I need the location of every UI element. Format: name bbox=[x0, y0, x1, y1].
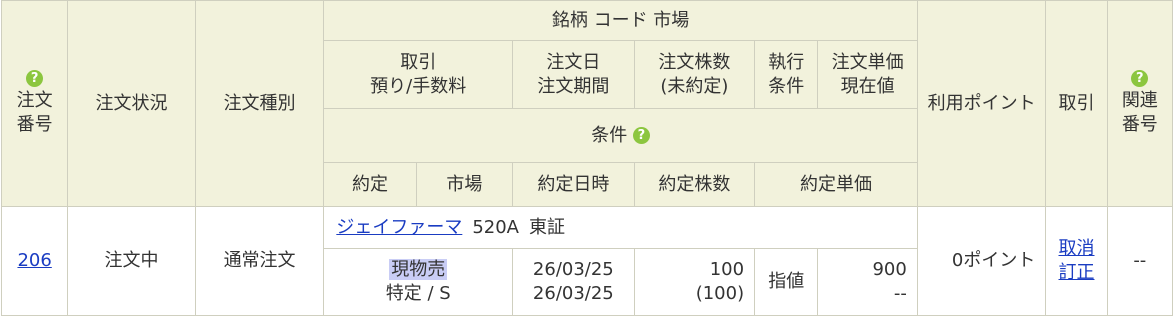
related-number-header: ? 関連 番号 bbox=[1106, 0, 1174, 207]
points-header: 利用ポイント bbox=[916, 0, 1047, 207]
qty-value: 100 bbox=[709, 259, 745, 280]
stock-cell: ジェイファーマ 520A 東証 bbox=[323, 206, 918, 249]
cancel-link[interactable]: 取消 bbox=[1046, 237, 1106, 261]
action-cell: 取消 訂正 bbox=[1045, 206, 1108, 316]
help-icon[interactable]: ? bbox=[632, 127, 650, 144]
fill-datetime-header: 約定日時 bbox=[512, 162, 635, 207]
amend-link[interactable]: 訂正 bbox=[1046, 261, 1106, 285]
order-number-header: ? 注文番号 bbox=[0, 0, 69, 207]
related-number-header-label: 関連 bbox=[1121, 90, 1158, 111]
fee-header-label: 預り/手数料 bbox=[370, 75, 467, 97]
price-value: 900 bbox=[872, 259, 907, 280]
points-cell: 0ポイント bbox=[916, 206, 1047, 316]
order-table: ? 注文番号 注文状況 注文種別 銘柄 コード 市場 利用ポイント 取引 ? 関… bbox=[0, 0, 1174, 316]
order-status-header: 注文状況 bbox=[67, 0, 196, 207]
qty-header: 注文株数 (未約定) bbox=[633, 40, 756, 109]
condition-label: 条件 bbox=[768, 75, 805, 97]
stock-market: 東証 bbox=[529, 216, 565, 238]
conditions-label: 条件 bbox=[591, 124, 628, 146]
unfilled-value: (100) bbox=[695, 283, 745, 304]
fill-price-header: 約定単価 bbox=[754, 162, 918, 207]
help-icon[interactable]: ? bbox=[1131, 70, 1149, 87]
fill-header: 約定 bbox=[323, 162, 417, 207]
price-cell: 900 -- bbox=[817, 248, 918, 316]
price-label: 注文単価 bbox=[831, 51, 904, 73]
qty-cell: 100 (100) bbox=[633, 248, 756, 316]
exec-condition-cell: 指値 bbox=[754, 248, 819, 316]
order-number-link[interactable]: 206 bbox=[17, 250, 51, 271]
conditions-header: 条件 ? bbox=[323, 108, 918, 163]
fill-qty-header: 約定株数 bbox=[633, 162, 756, 207]
table-row: 206 注文中 通常注文 ジェイファーマ 520A 東証 0ポイント 取消 訂正 -… bbox=[0, 206, 1174, 316]
order-type-cell: 通常注文 bbox=[194, 206, 325, 316]
trade-type-badge: 現物売 bbox=[389, 259, 448, 280]
related-number-cell: -- bbox=[1106, 206, 1174, 316]
current-price-value: -- bbox=[893, 283, 907, 304]
exec-label: 執行 bbox=[768, 51, 805, 73]
current-price-label: 現在値 bbox=[840, 75, 895, 97]
trade-cell: 現物売 特定 / S bbox=[323, 248, 514, 316]
market-header: 市場 bbox=[415, 162, 514, 207]
order-date-value: 26/03/25 bbox=[532, 259, 614, 280]
exec-condition-header: 執行 条件 bbox=[754, 40, 819, 109]
order-number-header-label: 注文番号 bbox=[16, 90, 53, 135]
trade-header: 取引 預り/手数料 bbox=[323, 40, 514, 109]
help-icon[interactable]: ? bbox=[26, 70, 44, 87]
stock-header: 銘柄 コード 市場 bbox=[323, 0, 918, 41]
qty-label: 注文株数 bbox=[658, 51, 731, 73]
order-period-label: 注文期間 bbox=[537, 75, 610, 97]
account-type: 特定 / S bbox=[385, 283, 451, 304]
unfilled-label: (未約定) bbox=[660, 75, 729, 97]
trade-header-label: 取引 bbox=[400, 51, 437, 73]
related-number-header-label2: 番号 bbox=[1121, 114, 1158, 135]
order-date-cell: 26/03/25 26/03/25 bbox=[512, 248, 635, 316]
order-number-cell: 206 bbox=[0, 206, 69, 316]
stock-code: 520A bbox=[472, 216, 519, 238]
stock-name-link[interactable]: ジェイファーマ bbox=[336, 217, 462, 238]
order-status-cell: 注文中 bbox=[67, 206, 196, 316]
order-period-value: 26/03/25 bbox=[532, 283, 614, 304]
price-header: 注文単価 現在値 bbox=[817, 40, 918, 109]
header-row: ? 注文番号 注文状況 注文種別 銘柄 コード 市場 利用ポイント 取引 ? 関… bbox=[0, 0, 1174, 207]
order-type-header: 注文種別 bbox=[194, 0, 325, 207]
order-date-label: 注文日 bbox=[546, 51, 601, 73]
order-date-header: 注文日 注文期間 bbox=[512, 40, 635, 109]
action-header: 取引 bbox=[1045, 0, 1108, 207]
